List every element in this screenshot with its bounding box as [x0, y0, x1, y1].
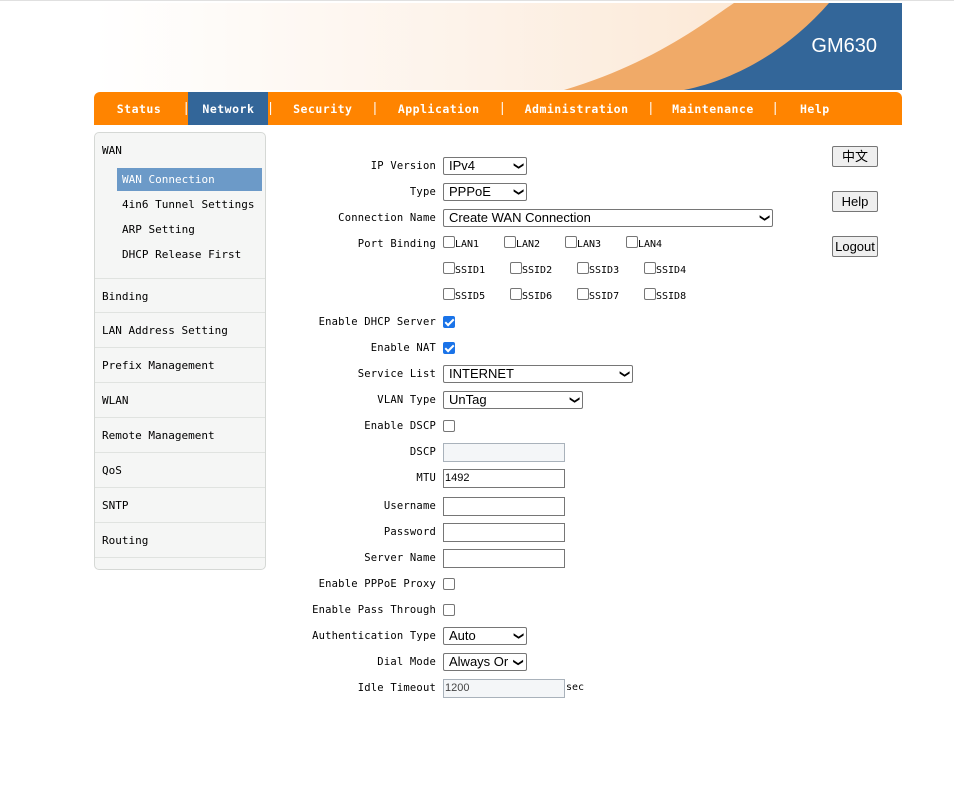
header-banner: GM630 [94, 3, 902, 90]
auth-type-label: Authentication Type [312, 630, 436, 642]
enable-dscp-checkbox[interactable] [443, 420, 455, 432]
lan4-label: LAN4 [638, 239, 663, 250]
port-binding-label: Port Binding [357, 238, 436, 250]
nav-maintenance[interactable]: Maintenance [653, 92, 773, 125]
ssid1-label: SSID1 [455, 265, 486, 276]
service-list-label: Service List [357, 368, 436, 380]
ssid3-label: SSID3 [589, 265, 620, 276]
chevron-down-icon: ❯ [512, 161, 524, 171]
ssid7-label: SSID7 [589, 291, 620, 302]
checkbox-ssid2[interactable] [510, 262, 522, 274]
ip-version-label: IP Version [370, 160, 436, 172]
idle-timeout-input[interactable]: 1200 [443, 679, 565, 698]
chevron-down-icon: ❯ [512, 187, 524, 197]
auth-type-select[interactable]: Auto ❯ [443, 627, 527, 645]
enable-pppoe-proxy-label: Enable PPPoE Proxy [318, 578, 436, 590]
checkbox-ssid4[interactable] [644, 262, 656, 274]
enable-dscp-label: Enable DSCP [364, 420, 436, 432]
chevron-down-icon: ❯ [758, 213, 770, 223]
enable-nat-label: Enable NAT [370, 342, 436, 354]
nav-network[interactable]: Network [188, 92, 269, 125]
help-button[interactable]: Help [832, 191, 878, 212]
ssid5-label: SSID5 [455, 291, 486, 302]
lan1-label: LAN1 [455, 239, 480, 250]
ip-version-select[interactable]: IPv4 ❯ [443, 157, 527, 175]
checkbox-ssid8[interactable] [644, 288, 656, 300]
lan3-label: LAN3 [577, 239, 602, 250]
checkbox-ssid7[interactable] [577, 288, 589, 300]
server-name-label: Server Name [364, 552, 436, 564]
checkbox-lan1[interactable] [443, 236, 455, 248]
mtu-input[interactable]: 1492 [443, 469, 565, 488]
chevron-down-icon: ❯ [509, 657, 526, 667]
connection-name-label: Connection Name [338, 212, 436, 224]
dial-mode-select[interactable]: Always Or ❯ [443, 653, 527, 671]
checkbox-ssid1[interactable] [443, 262, 455, 274]
sidebar-item-binding[interactable]: Binding [95, 278, 265, 313]
language-button[interactable]: 中文 [832, 146, 878, 167]
idle-timeout-label: Idle Timeout [357, 682, 436, 694]
username-label: Username [383, 500, 436, 512]
mtu-label: MTU [416, 472, 436, 484]
device-model: GM630 [811, 35, 877, 57]
dial-mode-label: Dial Mode [377, 656, 436, 668]
nav-help[interactable]: Help [777, 92, 852, 125]
username-input[interactable] [443, 497, 565, 516]
enable-pass-through-label: Enable Pass Through [312, 604, 436, 616]
chevron-down-icon: ❯ [618, 369, 630, 379]
dscp-label: DSCP [409, 446, 436, 458]
idle-timeout-unit: sec [566, 682, 585, 693]
enable-pppoe-proxy-checkbox[interactable] [443, 578, 455, 590]
nav-administration[interactable]: Administration [505, 92, 649, 125]
chevron-down-icon: ❯ [512, 631, 524, 641]
nav-security[interactable]: Security [273, 92, 373, 125]
enable-nat-checkbox[interactable] [443, 342, 455, 354]
ssid2-label: SSID2 [522, 265, 553, 276]
type-label: Type [409, 186, 436, 198]
connection-name-select[interactable]: Create WAN Connection ❯ [443, 209, 773, 227]
checkbox-lan4[interactable] [626, 236, 638, 248]
logout-button[interactable]: Logout [832, 236, 878, 257]
checkbox-ssid5[interactable] [443, 288, 455, 300]
vlan-type-select[interactable]: UnTag ❯ [443, 391, 583, 409]
checkbox-ssid6[interactable] [510, 288, 522, 300]
type-select[interactable]: PPPoE ❯ [443, 183, 527, 201]
enable-pass-through-checkbox[interactable] [443, 604, 455, 616]
nav-status[interactable]: Status [94, 92, 184, 125]
dscp-input[interactable] [443, 443, 565, 462]
ssid8-label: SSID8 [656, 291, 687, 302]
password-label: Password [383, 526, 436, 538]
main-nav: Status | Network | Security | Applicatio… [94, 92, 902, 125]
lan2-label: LAN2 [516, 239, 541, 250]
enable-dhcp-server-label: Enable DHCP Server [318, 316, 436, 328]
checkbox-ssid3[interactable] [577, 262, 589, 274]
vlan-type-label: VLAN Type [377, 394, 436, 406]
sidebar-section-wan[interactable]: WAN [102, 144, 122, 157]
checkbox-lan2[interactable] [504, 236, 516, 248]
banner-swoosh-graphic [564, 3, 902, 90]
service-list-select[interactable]: INTERNET ❯ [443, 365, 633, 383]
server-name-input[interactable] [443, 549, 565, 568]
top-border [0, 0, 954, 1]
ssid6-label: SSID6 [522, 291, 553, 302]
chevron-down-icon: ❯ [568, 395, 580, 405]
checkbox-lan3[interactable] [565, 236, 577, 248]
nav-application[interactable]: Application [377, 92, 500, 125]
enable-dhcp-server-checkbox[interactable] [443, 316, 455, 328]
ssid4-label: SSID4 [656, 265, 687, 276]
password-input[interactable] [443, 523, 565, 542]
